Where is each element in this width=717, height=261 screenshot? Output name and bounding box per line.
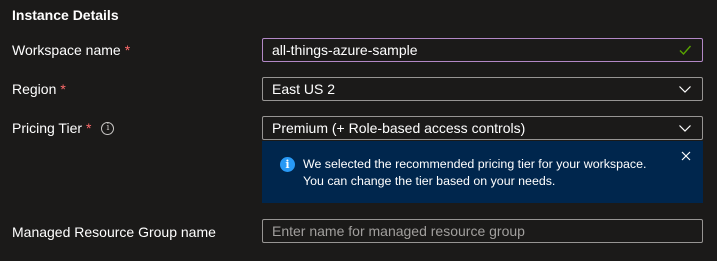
pricing-tier-value: Premium (+ Role-based access controls) <box>272 120 526 136</box>
info-icon: i <box>280 157 295 172</box>
region-select[interactable]: East US 2 <box>262 77 703 101</box>
pricing-info-banner: i We selected the recommended pricing ti… <box>262 141 703 203</box>
chevron-down-icon[interactable] <box>678 82 692 96</box>
workspace-name-input[interactable]: all-things-azure-sample <box>262 38 703 62</box>
instance-details-panel: Instance Details Workspace name * all-th… <box>0 0 717 261</box>
close-icon[interactable] <box>681 151 691 161</box>
checkmark-icon <box>679 45 692 56</box>
region-label: Region * <box>12 79 66 99</box>
pricing-tier-label-text: Pricing Tier <box>12 120 83 136</box>
info-icon[interactable]: i <box>101 121 115 135</box>
managed-resource-group-input[interactable]: Enter name for managed resource group <box>262 219 703 243</box>
required-marker: * <box>60 81 66 97</box>
pricing-tier-label: Pricing Tier * i <box>12 118 115 138</box>
workspace-name-label: Workspace name * <box>12 40 130 60</box>
region-value: East US 2 <box>272 81 336 97</box>
managed-resource-group-placeholder: Enter name for managed resource group <box>272 223 525 239</box>
pricing-tier-select[interactable]: Premium (+ Role-based access controls) <box>262 116 703 140</box>
chevron-down-icon[interactable] <box>678 121 692 135</box>
managed-resource-group-label-text: Managed Resource Group name <box>12 224 216 240</box>
section-title: Instance Details <box>12 7 119 23</box>
banner-message: We selected the recommended pricing tier… <box>303 157 647 188</box>
required-marker: * <box>124 42 131 58</box>
workspace-name-value: all-things-azure-sample <box>272 42 418 58</box>
managed-resource-group-label: Managed Resource Group name <box>12 222 216 242</box>
workspace-name-label-text: Workspace name <box>12 42 121 58</box>
required-marker: * <box>86 120 92 136</box>
region-label-text: Region <box>12 81 57 97</box>
